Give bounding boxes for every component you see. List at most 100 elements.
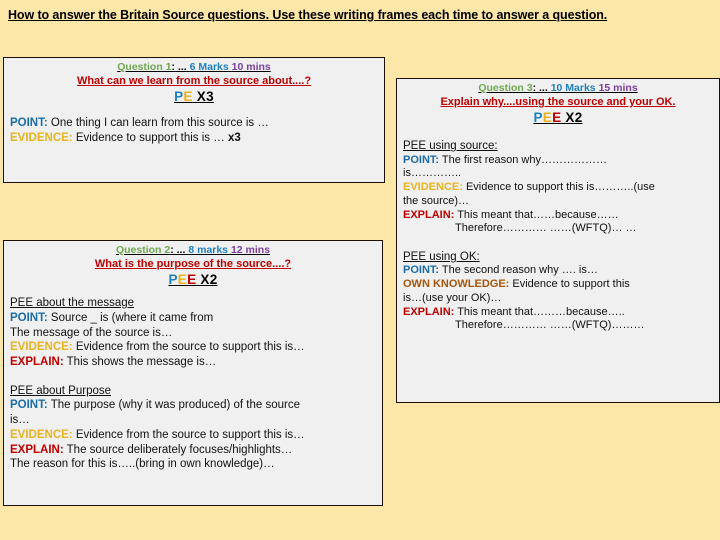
question-3-colon: : ... (532, 82, 548, 94)
question-3-title-line: Question 3: ... 10 Marks 15 mins (403, 82, 713, 95)
q3-s1-evidence-label: EVIDENCE: (403, 181, 463, 194)
q1-point-label: POINT: (10, 117, 48, 130)
q3-s1-evidence-line: EVIDENCE: Evidence to support this is………… (403, 181, 713, 195)
question-2-pee-code: PEE X2 (10, 272, 376, 287)
question-3-time: 15 mins (598, 82, 638, 94)
q2-s1-message-line: The message of the source is… (10, 326, 173, 339)
q2-s2-point-label: POINT: (10, 399, 48, 412)
q3-s1-point-line: POINT: The first reason why……………… (403, 154, 713, 168)
q3-s1-evidence-line2: the source)… (403, 194, 470, 207)
q2-s1-point-label: POINT: (10, 311, 48, 324)
q3-s1-explain-label: EXPLAIN: (403, 208, 455, 221)
q2-s1-explain-line: EXPLAIN: This shows the message is… (10, 355, 376, 370)
question-2-marks: 8 marks (188, 244, 229, 256)
q3-s2-point-label: POINT: (403, 264, 440, 277)
q3-s2-own-knowledge-line2: is…(use your OK)… (403, 291, 502, 304)
question-3-pee-count: X2 (561, 110, 583, 126)
question-1-pee-p: P (174, 89, 184, 105)
q2-s2-evidence-text: Evidence from the source to support this… (72, 428, 305, 441)
q2-s1-evidence-text: Evidence from the source to support this… (72, 341, 305, 354)
question-2-label: Question 2 (115, 244, 171, 256)
q3-section-1-heading: PEE using source: (403, 140, 498, 153)
question-2-pee-e2: E (187, 272, 197, 288)
q3-s2-explain-line: EXPLAIN: This meant that………because….. (403, 306, 713, 320)
question-2-pee-e1: E (177, 272, 188, 288)
q2-s2-reason-line: The reason for this is…..(bring in own k… (10, 458, 275, 471)
q3-s1-explain-text: This meant that……because…… (454, 208, 619, 221)
question-2-pee-p: P (168, 272, 178, 288)
q2-s1-point-line: POINT: Source _ is (where it came from (10, 311, 376, 326)
question-2-pee-count: X2 (196, 272, 218, 288)
q2-s2-evidence-line: EVIDENCE: Evidence from the source to su… (10, 428, 376, 443)
q3-s2-therefore-line: Therefore………… ……(WFTQ)……… (455, 319, 645, 332)
q3-s1-explain-line: EXPLAIN: This meant that……because…… (403, 209, 713, 223)
q2-section-2-heading: PEE about Purpose (10, 384, 112, 397)
question-2-title-line: Question 2: ... 8 marks 12 mins (10, 244, 376, 257)
q2-s1-point-text: Source _ is (where it came from (47, 311, 214, 324)
q2-s1-evidence-line: EVIDENCE: Evidence from the source to su… (10, 340, 376, 355)
q2-section-1-heading: PEE about the message (10, 297, 135, 310)
question-1-title-line: Question 1: ... 6 Marks 10 mins (10, 61, 378, 74)
q2-s1-evidence-label: EVIDENCE: (10, 341, 73, 354)
q3-s1-point-line2: is………….. (403, 167, 462, 180)
question-3-pee-e2: E (552, 110, 562, 126)
question-1-label: Question 1 (117, 61, 172, 73)
question-1-marks: 6 Marks (189, 61, 229, 73)
q3-s2-point-text: The second reason why …. is… (439, 264, 598, 277)
q2-s1-explain-label: EXPLAIN: (10, 356, 64, 369)
q3-s2-own-knowledge-line: OWN KNOWLEDGE: Evidence to support this (403, 278, 713, 292)
question-3-pee-e1: E (542, 110, 553, 126)
q1-point-line: POINT: One thing I can learn from this s… (10, 116, 378, 131)
q2-s2-point-line2: is… (10, 414, 30, 427)
q3-s1-therefore-line: Therefore………… ……(WFTQ)… … (455, 222, 637, 235)
q3-s1-point-label: POINT: (403, 153, 440, 166)
question-1-time: 10 mins (231, 61, 271, 73)
q1-evidence-line: EVIDENCE: Evidence to support this is … … (10, 131, 378, 146)
q2-s1-explain-text: This shows the message is… (63, 356, 217, 369)
q1-evidence-repeat: x3 (227, 131, 241, 144)
question-1-frame: Question 1: ... 6 Marks 10 mins What can… (3, 57, 385, 183)
question-2-colon: : ... (170, 244, 186, 256)
q2-s2-point-line: POINT: The purpose (why it was produced)… (10, 398, 376, 413)
q3-section-2-heading: PEE using OK: (403, 251, 480, 264)
question-1-body: POINT: One thing I can learn from this s… (10, 116, 378, 145)
question-3-section-1: PEE using source: POINT: The first reaso… (403, 139, 713, 236)
question-1-pee-count: X3 (192, 89, 214, 105)
q3-s2-own-knowledge-label: OWN KNOWLEDGE: (403, 278, 510, 291)
q3-s1-evidence-text: Evidence to support this is………..(use (462, 181, 655, 194)
question-3-header: Question 3: ... 10 Marks 15 mins Explain… (403, 82, 713, 125)
question-3-marks: 10 Marks (550, 82, 596, 94)
question-1-header: Question 1: ... 6 Marks 10 mins What can… (10, 61, 378, 104)
question-3-pee-code: PEE X2 (403, 110, 713, 125)
question-1-pee-code: PE X3 (10, 89, 378, 104)
question-2-time: 12 mins (230, 244, 271, 256)
page-title: How to answer the Britain Source questio… (8, 8, 608, 22)
q1-evidence-text: Evidence to support this is … (72, 131, 228, 144)
question-3-subtitle: Explain why....using the source and your… (440, 95, 676, 108)
q2-s2-evidence-label: EVIDENCE: (10, 428, 73, 441)
question-3-pee-p: P (533, 110, 543, 126)
q2-s2-explain-line: EXPLAIN: The source deliberately focuses… (10, 443, 376, 458)
question-1-subtitle: What can we learn from the source about.… (76, 74, 312, 87)
q3-s2-own-knowledge-text: Evidence to support this (509, 278, 630, 291)
question-2-header: Question 2: ... 8 marks 12 mins What is … (10, 244, 376, 287)
q2-s2-explain-label: EXPLAIN: (10, 443, 64, 456)
q1-evidence-label: EVIDENCE: (10, 131, 73, 144)
question-3-section-2: PEE using OK: POINT: The second reason w… (403, 250, 713, 333)
q2-s2-explain-text: The source deliberately focuses/highligh… (63, 443, 293, 456)
q3-s2-explain-label: EXPLAIN: (403, 305, 455, 318)
question-1-pee-e: E (183, 89, 193, 105)
question-2-subtitle: What is the purpose of the source....? (94, 257, 292, 270)
question-3-label: Question 3 (478, 82, 533, 94)
q3-s1-point-text: The first reason why……………… (439, 153, 607, 166)
q3-s2-explain-text: This meant that………because….. (454, 305, 625, 318)
question-2-section-1: PEE about the message POINT: Source _ is… (10, 296, 376, 370)
q2-s2-point-text: The purpose (why it was produced) of the… (47, 399, 300, 412)
question-2-section-2: PEE about Purpose POINT: The purpose (wh… (10, 384, 376, 472)
question-2-frame: Question 2: ... 8 marks 12 mins What is … (3, 240, 383, 506)
q3-s2-point-line: POINT: The second reason why …. is… (403, 264, 713, 278)
